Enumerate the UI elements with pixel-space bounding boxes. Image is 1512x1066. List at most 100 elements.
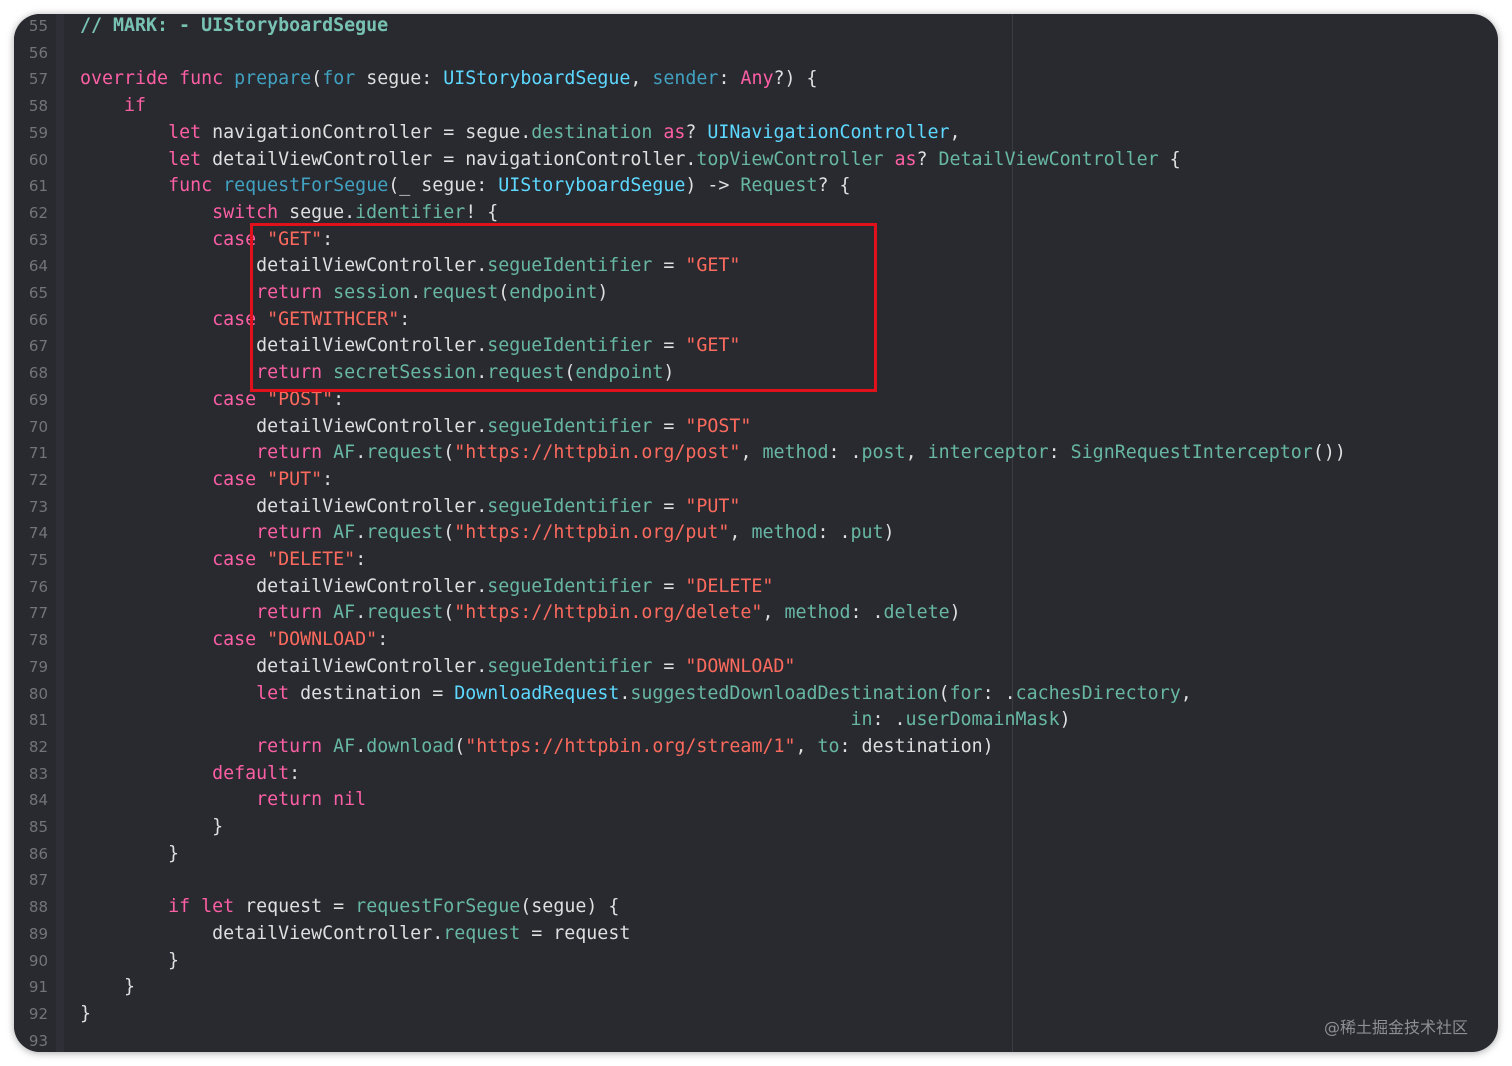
code-line[interactable]: } — [80, 814, 223, 841]
code-line[interactable]: let navigationController = segue.destina… — [80, 120, 961, 147]
code-token: for — [949, 682, 983, 704]
code-token: detailViewController. — [80, 495, 488, 517]
code-token: ? — [916, 148, 939, 170]
code-token: ()) — [1312, 442, 1346, 464]
code-token: "DOWNLOAD" — [685, 655, 796, 677]
code-token: , — [795, 735, 818, 757]
code-line[interactable]: let destination = DownloadRequest.sugges… — [80, 681, 1192, 708]
code-line[interactable]: } — [80, 974, 135, 1001]
code-token: ( — [938, 682, 950, 704]
code-line[interactable]: return nil — [80, 787, 366, 814]
code-token: AF — [333, 522, 356, 544]
code-line[interactable]: } — [80, 948, 179, 975]
code-token: ?) { — [773, 68, 818, 90]
line-number: 80 — [28, 684, 48, 703]
code-line[interactable]: case "PUT": — [80, 467, 333, 494]
code-token: segueIdentifier — [487, 655, 653, 677]
code-token: override — [80, 68, 169, 90]
code-line[interactable]: in: .userDomainMask) — [80, 707, 1070, 734]
code-token: : . — [817, 522, 851, 544]
code-line[interactable]: detailViewController.segueIdentifier = "… — [80, 414, 751, 441]
code-token: "https://httpbin.org/stream/1" — [465, 735, 796, 757]
code-token: ( — [311, 68, 323, 90]
code-line[interactable]: let detailViewController = navigationCon… — [80, 147, 1181, 174]
code-token: , — [729, 522, 752, 544]
code-token: "PUT" — [685, 495, 741, 517]
code-token: func — [168, 175, 213, 197]
code-token: return — [256, 789, 323, 811]
code-line[interactable]: detailViewController.segueIdentifier = "… — [80, 574, 773, 601]
code-token: request — [366, 522, 444, 544]
line-number: 60 — [28, 150, 48, 169]
code-token: segue. — [278, 201, 356, 223]
code-token: return — [256, 735, 323, 757]
code-line[interactable]: case "DOWNLOAD": — [80, 627, 388, 654]
code-token: default — [212, 762, 290, 784]
code-token: post — [861, 442, 906, 464]
line-number: 66 — [28, 310, 48, 329]
line-number: 63 — [28, 230, 48, 249]
line-number: 86 — [28, 844, 48, 863]
code-token: , — [949, 121, 961, 143]
code-token: method — [751, 522, 818, 544]
code-token: "DELETE" — [267, 549, 356, 570]
code-line[interactable]: return AF.request("https://httpbin.org/p… — [80, 520, 894, 547]
code-token: , — [762, 602, 785, 624]
code-token: identifier — [355, 201, 466, 223]
code-token: : — [377, 629, 389, 651]
code-line[interactable]: // MARK: - UIStoryboardSegue — [80, 14, 388, 40]
line-number-gutter: 55 56 57 58 59 60 61 62 63 64 65 66 67 68 69 70 71 72 73 74… — [14, 14, 66, 1052]
code-line[interactable]: override func prepare(for segue: UIStory… — [80, 66, 818, 93]
code-editor[interactable]: 55 56 57 58 59 60 61 62 63 64 65 66 67 68 69 70 71 72 73 74… — [14, 14, 1498, 1052]
code-line[interactable]: if — [80, 93, 146, 120]
code-token: userDomainMask — [905, 709, 1060, 731]
code-line[interactable]: } — [80, 1001, 91, 1028]
code-token: AF — [333, 442, 356, 464]
code-line[interactable]: detailViewController.segueIdentifier = "… — [80, 654, 795, 681]
line-number: 85 — [28, 818, 48, 836]
line-number: 73 — [28, 497, 48, 516]
code-token: return — [256, 522, 323, 544]
line-number: 76 — [28, 577, 48, 596]
code-token: "https://httpbin.org/delete" — [454, 602, 763, 624]
line-number: 87 — [28, 871, 48, 890]
code-token: detailViewController = navigationControl… — [201, 148, 697, 170]
code-line[interactable]: detailViewController.segueIdentifier = "… — [80, 494, 740, 521]
code-line[interactable]: case "DELETE": — [80, 547, 366, 574]
code-token: segueIdentifier — [487, 575, 653, 597]
code-token: AF — [333, 602, 356, 624]
line-number: 78 — [28, 631, 48, 650]
code-token: segueIdentifier — [487, 495, 653, 517]
code-token: requestForSegue — [223, 175, 389, 197]
code-token: : — [718, 68, 741, 90]
line-number: 69 — [28, 390, 48, 409]
code-line[interactable]: } — [80, 841, 179, 868]
code-line[interactable]: detailViewController.request = request — [80, 921, 630, 948]
highlight-box — [250, 223, 877, 392]
code-line[interactable]: func requestForSegue(_ segue: UIStoryboa… — [80, 173, 850, 200]
code-token: = — [652, 575, 686, 597]
line-number: 88 — [28, 898, 48, 917]
line-number: 82 — [28, 737, 48, 756]
code-token: method — [762, 442, 829, 464]
code-line[interactable]: if let request = requestForSegue(segue) … — [80, 894, 619, 921]
code-token: UINavigationController — [707, 121, 950, 143]
code-token: topViewController — [696, 148, 884, 170]
code-line[interactable]: default: — [80, 761, 300, 788]
code-line[interactable]: return AF.request("https://httpbin.org/p… — [80, 440, 1346, 467]
code-line[interactable]: return AF.request("https://httpbin.org/d… — [80, 600, 961, 627]
code-line[interactable]: return AF.download("https://httpbin.org/… — [80, 734, 993, 761]
